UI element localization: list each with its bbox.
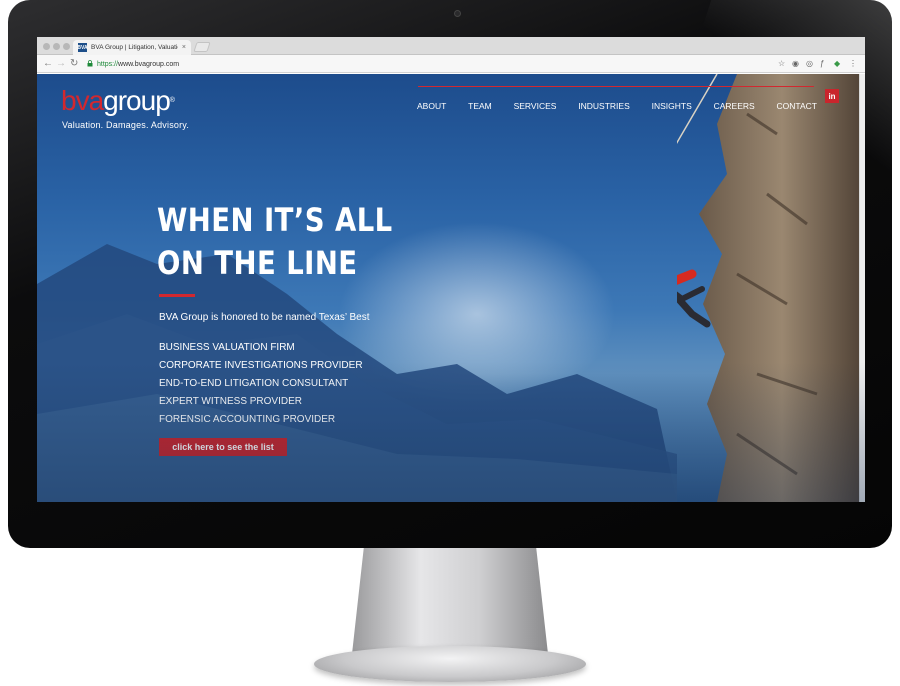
url-protocol: https://	[97, 60, 119, 68]
monitor-stand	[352, 548, 548, 654]
window-zoom-dot[interactable]	[63, 43, 70, 50]
nav-divider	[418, 86, 814, 87]
extension-icon[interactable]: ◆	[834, 58, 840, 70]
nav-contact[interactable]: CONTACT	[777, 101, 817, 111]
list-item: CORPORATE INVESTIGATIONS PROVIDER	[159, 360, 363, 371]
browser-tab-bar: BVA BVA Group | Litigation, Valuatio ×	[37, 37, 865, 55]
monitor-base	[314, 646, 586, 682]
main-nav: ABOUT TEAM SERVICES INDUSTRIES INSIGHTS …	[417, 101, 817, 111]
lock-icon	[87, 59, 93, 69]
tagline: Valuation. Damages. Advisory.	[62, 120, 190, 130]
cliff-climber-image	[677, 74, 865, 502]
url-text: https://www.bvagroup.com	[97, 61, 179, 68]
awards-list: BUSINESS VALUATION FIRM CORPORATE INVEST…	[159, 339, 363, 429]
bva-group-logo[interactable]: bvagroup®	[61, 85, 175, 116]
new-tab-button[interactable]	[193, 42, 211, 52]
forward-icon[interactable]: →	[56, 58, 66, 70]
extension-icon[interactable]: ◎	[806, 58, 813, 70]
tab-close-icon[interactable]: ×	[182, 44, 186, 51]
nav-industries[interactable]: INDUSTRIES	[578, 101, 629, 111]
url-host: www.bvagroup.com	[118, 60, 180, 68]
list-item: FORENSIC ACCOUNTING PROVIDER	[159, 414, 336, 425]
back-icon[interactable]: ←	[43, 58, 53, 70]
list-item: BUSINESS VALUATION FIRM	[159, 342, 295, 353]
linkedin-icon[interactable]: in	[825, 89, 839, 103]
browser-tab[interactable]: BVA BVA Group | Litigation, Valuatio ×	[73, 40, 191, 55]
registered-mark-icon: ®	[169, 97, 175, 104]
logo-bva: bva	[61, 85, 104, 116]
headline-line-1: WHEN IT’S ALL	[157, 201, 393, 239]
hero-divider	[159, 294, 195, 297]
browser-toolbar: ← → ↻ https://www.bvagroup.com ☆ ◉ ◎ ƒ ◆…	[37, 55, 865, 73]
honored-text: BVA Group is honored to be named Texas’ …	[159, 312, 370, 323]
nav-insights[interactable]: INSIGHTS	[652, 101, 692, 111]
favicon-icon: BVA	[77, 43, 88, 52]
tab-title: BVA Group | Litigation, Valuatio	[91, 44, 178, 51]
nav-team[interactable]: TEAM	[468, 101, 492, 111]
window-minimize-dot[interactable]	[53, 43, 60, 50]
nav-services[interactable]: SERVICES	[514, 101, 557, 111]
see-list-button[interactable]: click here to see the list	[159, 438, 287, 456]
screen: BVA BVA Group | Litigation, Valuatio × ←…	[37, 37, 865, 502]
extension-icon[interactable]: ƒ	[820, 58, 824, 70]
reload-icon[interactable]: ↻	[70, 58, 78, 70]
address-bar[interactable]: https://www.bvagroup.com	[87, 58, 777, 70]
logo-group: group	[103, 85, 171, 116]
hero-headline: WHEN IT’S ALL ON THE LINE	[157, 199, 415, 285]
webcam	[454, 10, 461, 17]
list-item: END-TO-END LITIGATION CONSULTANT	[159, 378, 349, 389]
headline-line-2: ON THE LINE	[157, 244, 358, 282]
nav-about[interactable]: ABOUT	[417, 101, 446, 111]
web-page: bvagroup® Valuation. Damages. Advisory. …	[37, 74, 865, 502]
page-scrollbar[interactable]	[859, 74, 865, 502]
nav-careers[interactable]: CAREERS	[714, 101, 755, 111]
extension-icon[interactable]: ◉	[792, 58, 799, 70]
list-item: EXPERT WITNESS PROVIDER	[159, 396, 302, 407]
star-icon[interactable]: ☆	[778, 58, 785, 70]
menu-icon[interactable]: ⋮	[849, 58, 857, 70]
window-close-dot[interactable]	[43, 43, 50, 50]
